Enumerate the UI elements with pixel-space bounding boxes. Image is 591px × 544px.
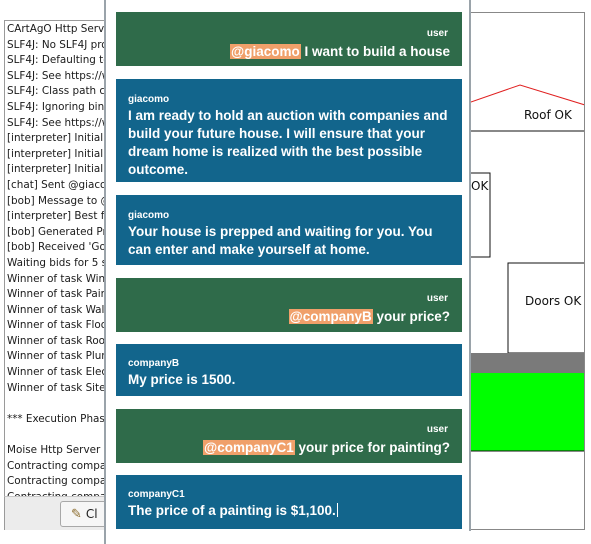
chat-message-agent: giacomo Your house is prepped and waitin… xyxy=(116,195,462,265)
eraser-icon: ✎ xyxy=(71,506,82,522)
console-line: Winner of task Paint xyxy=(7,288,112,301)
console-line: SLF4J: Ignoring bind xyxy=(7,100,111,113)
console-line: Contracting compar xyxy=(7,459,111,472)
walls-block xyxy=(468,353,584,373)
console-line: *** Execution Phas xyxy=(7,412,105,425)
console-line: [bob] Message to @ xyxy=(7,194,111,207)
text-cursor xyxy=(336,503,338,517)
message-body: The price of a painting is $1,100. xyxy=(128,503,336,518)
message-text: My price is 1500. xyxy=(128,372,236,387)
chat-panel[interactable]: user @giacomo I want to build a house gi… xyxy=(104,0,471,544)
roof-status-label: Roof OK xyxy=(524,108,572,122)
background-strip xyxy=(400,531,591,544)
doors-status-label: Doors OK xyxy=(525,294,582,308)
painted-area xyxy=(468,373,584,451)
console-line: Contracting compar xyxy=(7,475,111,488)
chat-message-user: user @giacomo I want to build a house xyxy=(116,12,462,66)
message-sender: user xyxy=(426,28,448,39)
console-line: [bob] Received 'Got xyxy=(7,241,110,254)
console-line: [interpreter] Initializ xyxy=(7,132,112,145)
chat-message-agent: companyB My price is 1500. xyxy=(116,344,462,396)
console-output-panel[interactable]: CArtAgO Http Server SLF4J: No SLF4J prov… xyxy=(4,20,112,530)
doors-box xyxy=(507,262,584,354)
message-text: Your house is prepped and waiting for yo… xyxy=(128,224,433,257)
clear-button-label: Cl xyxy=(85,507,98,521)
console-line: Winner of task Walls xyxy=(7,303,112,316)
mention-tag[interactable]: @giacomo xyxy=(230,44,301,59)
message-text: The price of a painting is $1,100. xyxy=(116,502,462,520)
console-line: [chat] Sent @giacon xyxy=(7,178,112,191)
message-sender: giacomo xyxy=(128,94,170,105)
console-button-bar: ✎ Cl xyxy=(4,496,130,530)
console-line: Moise Http Server r xyxy=(7,444,108,457)
console-line: SLF4J: See https://w xyxy=(7,116,111,129)
message-text: I am ready to hold an auction with compa… xyxy=(128,108,448,177)
mention-tag[interactable]: @companyB xyxy=(288,309,373,324)
console-line: SLF4J: See https://w xyxy=(7,69,111,82)
message-sender: user xyxy=(426,424,448,435)
console-line: SLF4J: Defaulting to xyxy=(7,54,110,67)
site-status-label: OK xyxy=(471,179,489,193)
console-line: CArtAgO Http Server xyxy=(7,23,112,35)
console-line: [interpreter] Initializ xyxy=(7,147,112,160)
console-line: Winner of task Roof xyxy=(7,334,109,347)
message-text: @companyB your price? xyxy=(116,308,462,326)
message-text: @companyC1 your price for painting? xyxy=(116,439,462,457)
console-line: Winner of task SiteF xyxy=(7,381,112,394)
message-sender: companyB xyxy=(128,358,180,369)
console-log: CArtAgO Http Server SLF4J: No SLF4J prov… xyxy=(7,22,112,505)
console-line: Waiting bids for 5 se xyxy=(7,256,112,269)
roof-outline xyxy=(468,84,584,106)
house-view-panel: Roof OK OK Doors OK xyxy=(468,12,585,530)
console-line: [bob] Generated Pro xyxy=(7,225,112,238)
message-text: @giacomo I want to build a house xyxy=(116,43,462,61)
console-line: SLF4J: No SLF4J prov xyxy=(7,38,112,51)
console-line: Winner of task Wind xyxy=(7,272,112,285)
console-line: [interpreter] Best fit xyxy=(7,210,112,223)
console-line: Winner of task Elect xyxy=(7,366,112,379)
chat-message-user: user @companyB your price? xyxy=(116,278,462,332)
mention-tag[interactable]: @companyC1 xyxy=(203,440,295,455)
message-sender: giacomo xyxy=(128,210,170,221)
message-sender: user xyxy=(426,293,448,304)
chat-message-agent: giacomo I am ready to hold an auction wi… xyxy=(116,79,462,182)
console-line: Winner of task Floor xyxy=(7,319,112,332)
message-sender: companyC1 xyxy=(128,489,185,500)
house-drawing xyxy=(468,84,584,452)
message-body: I want to build a house xyxy=(300,44,450,59)
console-line: SLF4J: Class path co xyxy=(7,85,112,98)
console-line: [interpreter] Initializ xyxy=(7,163,112,176)
message-body: your price? xyxy=(372,309,450,324)
chat-message-user: user @companyC1 your price for painting? xyxy=(116,409,462,463)
console-line: Winner of task Plum xyxy=(7,350,112,363)
message-body: your price for painting? xyxy=(294,440,450,455)
chat-message-agent: companyC1 The price of a painting is $1,… xyxy=(116,475,462,529)
